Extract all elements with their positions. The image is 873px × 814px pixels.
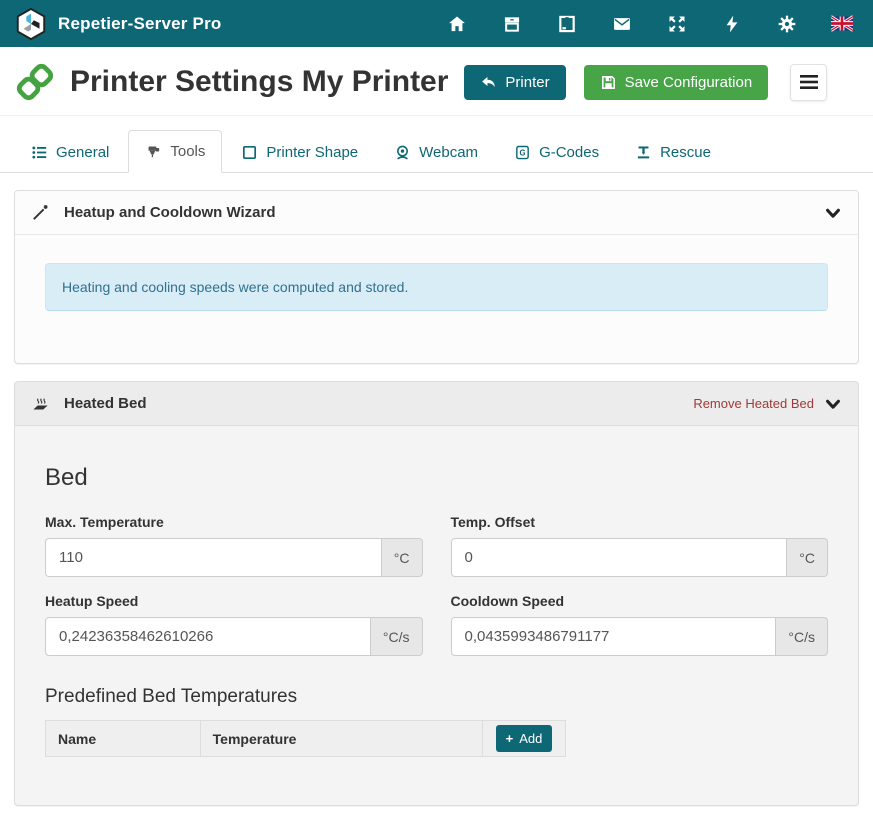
temp-offset-input[interactable] bbox=[451, 538, 788, 577]
page-title: Printer Settings My Printer bbox=[70, 65, 448, 99]
language-flag-uk-icon[interactable] bbox=[831, 13, 853, 35]
heatup-speed-unit: °C/s bbox=[371, 617, 423, 656]
add-temperature-button[interactable]: + Add bbox=[496, 725, 553, 752]
plus-icon: + bbox=[506, 731, 514, 746]
hamburger-icon bbox=[800, 75, 818, 89]
tab-general[interactable]: General bbox=[14, 131, 126, 173]
predefined-bed-temperatures-heading: Predefined Bed Temperatures bbox=[45, 686, 828, 708]
tab-tools-label: Tools bbox=[170, 143, 205, 160]
heatup-cooldown-wizard-panel: Heatup and Cooldown Wizard Heating and c… bbox=[14, 190, 859, 364]
bed-section-heading: Bed bbox=[45, 464, 828, 492]
column-header-name: Name bbox=[46, 721, 201, 757]
touchscreen-icon[interactable] bbox=[556, 13, 578, 35]
temp-offset-group: Temp. Offset °C bbox=[451, 498, 829, 577]
extruder-icon bbox=[145, 143, 162, 160]
header-buttons: Printer Save Configuration bbox=[464, 64, 827, 101]
temp-offset-unit: °C bbox=[787, 538, 828, 577]
cooldown-speed-input[interactable] bbox=[451, 617, 777, 656]
global-settings-icon[interactable] bbox=[776, 13, 798, 35]
max-temperature-input[interactable] bbox=[45, 538, 382, 577]
tab-printer-shape-label: Printer Shape bbox=[266, 144, 358, 161]
add-button-label: Add bbox=[519, 731, 542, 746]
printers-box-icon[interactable] bbox=[501, 13, 523, 35]
more-menu-button[interactable] bbox=[790, 64, 827, 101]
chevron-down-icon[interactable] bbox=[824, 395, 842, 413]
heatup-speed-label: Heatup Speed bbox=[45, 593, 423, 609]
heated-bed-panel: Heated Bed Remove Heated Bed Bed Max. Te… bbox=[14, 381, 859, 806]
heated-bed-panel-title-text: Heated Bed bbox=[64, 395, 147, 412]
magic-wand-icon bbox=[31, 203, 50, 222]
square-outline-icon bbox=[241, 144, 258, 161]
remove-heated-bed-link[interactable]: Remove Heated Bed bbox=[693, 396, 814, 411]
navbar-icons bbox=[446, 13, 859, 35]
heated-bed-icon bbox=[31, 394, 50, 413]
save-button-label: Save Configuration bbox=[625, 74, 753, 91]
heatup-speed-group: Heatup Speed °C/s bbox=[45, 577, 423, 656]
quick-commands-icon[interactable] bbox=[721, 13, 743, 35]
table-header-row: Name Temperature + Add bbox=[46, 721, 566, 757]
settings-tabs: General Tools Printer Shape Webcam G G-C… bbox=[0, 130, 873, 173]
max-temperature-unit: °C bbox=[382, 538, 423, 577]
save-configuration-button[interactable]: Save Configuration bbox=[584, 65, 769, 100]
rescue-icon bbox=[635, 144, 652, 161]
tab-gcodes-label: G-Codes bbox=[539, 144, 599, 161]
max-temperature-label: Max. Temperature bbox=[45, 514, 423, 530]
cooldown-speed-group: Cooldown Speed °C/s bbox=[451, 577, 829, 656]
repetier-logo-icon bbox=[14, 7, 48, 41]
heatup-speed-input[interactable] bbox=[45, 617, 371, 656]
predefined-bed-temperatures-table: Name Temperature + Add bbox=[45, 720, 566, 757]
tab-general-label: General bbox=[56, 144, 109, 161]
home-icon[interactable] bbox=[446, 13, 468, 35]
cooldown-speed-label: Cooldown Speed bbox=[451, 593, 829, 609]
cooldown-speed-unit: °C/s bbox=[776, 617, 828, 656]
heated-bed-panel-title: Heated Bed bbox=[31, 394, 147, 413]
add-cell: + Add bbox=[483, 721, 566, 757]
gcode-icon: G bbox=[514, 144, 531, 161]
svg-text:G: G bbox=[520, 149, 526, 158]
wizard-panel-title: Heatup and Cooldown Wizard bbox=[31, 203, 276, 222]
page-header: Printer Settings My Printer Printer Save… bbox=[0, 47, 873, 116]
tab-webcam[interactable]: Webcam bbox=[377, 131, 495, 173]
back-arrow-icon bbox=[480, 74, 497, 91]
heated-bed-panel-body: Bed Max. Temperature °C Temp. Offset °C … bbox=[15, 426, 858, 805]
tab-rescue-label: Rescue bbox=[660, 144, 711, 161]
wizard-panel-header[interactable]: Heatup and Cooldown Wizard bbox=[15, 191, 858, 235]
printer-link-icon bbox=[14, 61, 56, 103]
chevron-down-icon[interactable] bbox=[824, 204, 842, 222]
tab-rescue[interactable]: Rescue bbox=[618, 131, 728, 173]
tab-tools[interactable]: Tools bbox=[128, 130, 222, 173]
navbar: Repetier-Server Pro bbox=[0, 0, 873, 47]
bed-form: Max. Temperature °C Temp. Offset °C Heat… bbox=[45, 498, 828, 656]
list-icon bbox=[31, 144, 48, 161]
printer-button-label: Printer bbox=[505, 74, 549, 91]
save-icon bbox=[600, 74, 617, 91]
brand-link[interactable]: Repetier-Server Pro bbox=[14, 7, 221, 41]
info-alert: Heating and cooling speeds were computed… bbox=[45, 263, 828, 311]
brand-title: Repetier-Server Pro bbox=[58, 14, 221, 34]
fullscreen-icon[interactable] bbox=[666, 13, 688, 35]
printer-button[interactable]: Printer bbox=[464, 65, 565, 100]
tab-printer-shape[interactable]: Printer Shape bbox=[224, 131, 375, 173]
column-header-temperature: Temperature bbox=[200, 721, 482, 757]
wizard-panel-title-text: Heatup and Cooldown Wizard bbox=[64, 204, 276, 221]
tab-webcam-label: Webcam bbox=[419, 144, 478, 161]
webcam-icon bbox=[394, 144, 411, 161]
wizard-panel-body: Heating and cooling speeds were computed… bbox=[15, 235, 858, 363]
heated-bed-panel-header[interactable]: Heated Bed Remove Heated Bed bbox=[15, 382, 858, 426]
info-alert-text: Heating and cooling speeds were computed… bbox=[62, 279, 408, 295]
messages-icon[interactable] bbox=[611, 13, 633, 35]
temp-offset-label: Temp. Offset bbox=[451, 514, 829, 530]
tab-gcodes[interactable]: G G-Codes bbox=[497, 131, 616, 173]
max-temperature-group: Max. Temperature °C bbox=[45, 498, 423, 577]
